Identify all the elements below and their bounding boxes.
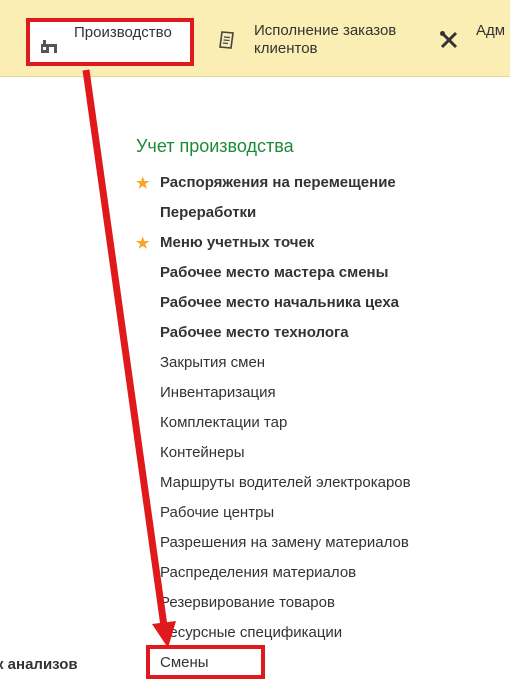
menu-item[interactable]: Разрешения на замену материалов (136, 532, 411, 562)
menu-item-label: Распределения материалов (160, 564, 357, 581)
menu-item[interactable]: Контейнеры (136, 442, 411, 472)
menu-item-label: Переработки (160, 204, 257, 221)
tools-icon (438, 29, 460, 51)
menu-item[interactable]: Рабочие центры (136, 502, 411, 532)
menu-item[interactable]: Закрытия смен (136, 352, 411, 382)
annotation-highlight-box (146, 645, 265, 679)
menu-item-label: Закрытия смен (160, 354, 266, 371)
left-panel-clipped-text: к анализов (0, 656, 78, 673)
menu-item-label: Меню учетных точек (160, 234, 315, 251)
menu-item[interactable]: Рабочее место начальника цеха (136, 292, 411, 322)
menu-item-label: Рабочее место мастера смены (160, 264, 389, 281)
factory-icon (38, 35, 60, 57)
menu-item-label: Распоряжения на перемещение (160, 174, 396, 191)
menu-item-label: Резервирование товаров (160, 594, 335, 611)
section-order-execution[interactable]: Исполнение заказов клиентов (214, 0, 414, 76)
menu-item[interactable]: Рабочее место мастера смены (136, 262, 411, 292)
menu-item-label: Инвентаризация (160, 384, 276, 401)
group-title: Учет производства (136, 136, 294, 156)
menu-item-label: Ресурсные спецификации (160, 624, 343, 641)
order-document-icon (216, 29, 238, 51)
favorite-star-icon: ★ (136, 175, 150, 192)
menu-item[interactable]: Переработки (136, 202, 411, 232)
favorite-star-icon: ★ (136, 235, 150, 252)
menu-item[interactable]: ★ Меню учетных точек (136, 232, 411, 262)
command-list: ★ Распоряжения на перемещение Переработки ★… (136, 172, 411, 682)
menu-item-label: Рабочее место технолога (160, 324, 349, 341)
sections-panel: Производство Исполнение заказов клиентов… (0, 0, 510, 77)
menu-item-label: Контейнеры (160, 444, 245, 461)
section-label: Производство (74, 24, 172, 41)
menu-item[interactable]: Рабочее место технолога (136, 322, 411, 352)
menu-item-label: Маршруты водителей электрокаров (160, 474, 411, 491)
section-production[interactable]: Производство (26, 18, 194, 66)
menu-item[interactable]: Инвентаризация (136, 382, 411, 412)
menu-item-label: Комплектации тар (160, 414, 288, 431)
menu-item-label: Рабочее место начальника цеха (160, 294, 400, 311)
menu-item-label: Рабочие центры (160, 504, 275, 521)
section-label: Исполнение заказов клиентов (254, 22, 397, 57)
menu-item[interactable]: Комплектации тар (136, 412, 411, 442)
menu-item[interactable]: Маршруты водителей электрокаров (136, 472, 411, 502)
section-label: Адм (476, 22, 506, 39)
section-administration[interactable]: Адм (438, 0, 510, 76)
menu-item-label: Разрешения на замену материалов (160, 534, 409, 551)
menu-item[interactable]: ★ Распоряжения на перемещение (136, 172, 411, 202)
menu-item[interactable]: Резервирование товаров (136, 592, 411, 622)
menu-item[interactable]: Распределения материалов (136, 562, 411, 592)
